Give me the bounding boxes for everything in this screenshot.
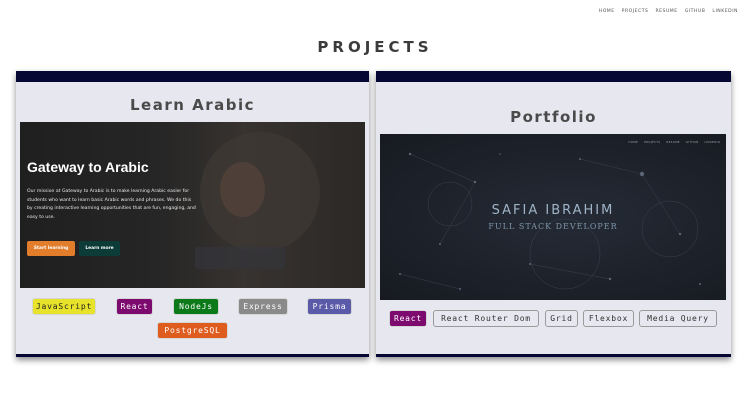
tag-grid: Grid	[545, 310, 578, 327]
project-card-portfolio[interactable]: Portfolio HOME PROJECTS RESUME GITHUB LI…	[376, 71, 731, 357]
preview-nav-item: RESUME	[666, 140, 680, 144]
tag-media-query: Media Query	[639, 310, 717, 327]
nav-projects-link[interactable]: PROJECTS	[622, 9, 649, 14]
preview-nav-item: HOME	[628, 140, 639, 144]
tag-nodejs: NodeJs	[173, 298, 219, 315]
tag-react: React	[116, 298, 153, 315]
project-preview-image[interactable]: HOME PROJECTS RESUME GITHUB LINKEDIN SAF…	[380, 134, 726, 300]
project-title: Learn Arabic	[129, 96, 256, 114]
page-title: PROJECTS	[317, 38, 433, 56]
tag-react: React	[389, 310, 427, 327]
nav-linkedin-link[interactable]: LINKEDIN	[712, 9, 738, 14]
nav-resume-link[interactable]: RESUME	[655, 9, 677, 14]
tag-express: Express	[238, 298, 288, 315]
start-learning-button: Start learning	[27, 241, 75, 256]
preview-nav: HOME PROJECTS RESUME GITHUB LINKEDIN	[628, 140, 720, 144]
card-bottom-bar	[16, 354, 369, 357]
tag-prisma: Prisma	[307, 298, 352, 315]
project-title: Portfolio	[510, 108, 597, 126]
card-top-bar	[16, 71, 369, 82]
tag-flexbox: Flexbox	[583, 310, 634, 327]
preview-name: SAFIA IBRAHIM	[491, 203, 615, 218]
preview-description: Our mission at Gateway to Arabic is to m…	[27, 189, 196, 220]
nav-home-link[interactable]: HOME	[599, 9, 615, 14]
tag-javascript: JavaScript	[32, 298, 96, 315]
preview-nav-item: GITHUB	[685, 140, 699, 144]
project-preview-image[interactable]: Gateway to Arabic Our mission at Gateway…	[20, 122, 365, 288]
project-card-learn-arabic[interactable]: Learn Arabic Gateway to Arabic Our missi…	[16, 71, 369, 357]
preview-subtitle: FULL STACK DEVELOPER	[488, 222, 618, 231]
preview-heading: Gateway to Arabic	[27, 159, 149, 175]
learn-more-button: Learn more	[79, 241, 120, 256]
top-nav: HOME PROJECTS RESUME GITHUB LINKEDIN	[599, 9, 738, 14]
preview-nav-item: PROJECTS	[644, 140, 661, 144]
preview-nav-item: LINKEDIN	[704, 140, 720, 144]
tag-postgresql: PostgreSQL	[157, 322, 228, 339]
tag-react-router-dom: React Router Dom	[433, 310, 539, 327]
card-top-bar	[376, 71, 731, 82]
card-bottom-bar	[376, 354, 731, 357]
nav-github-link[interactable]: GITHUB	[685, 9, 706, 14]
